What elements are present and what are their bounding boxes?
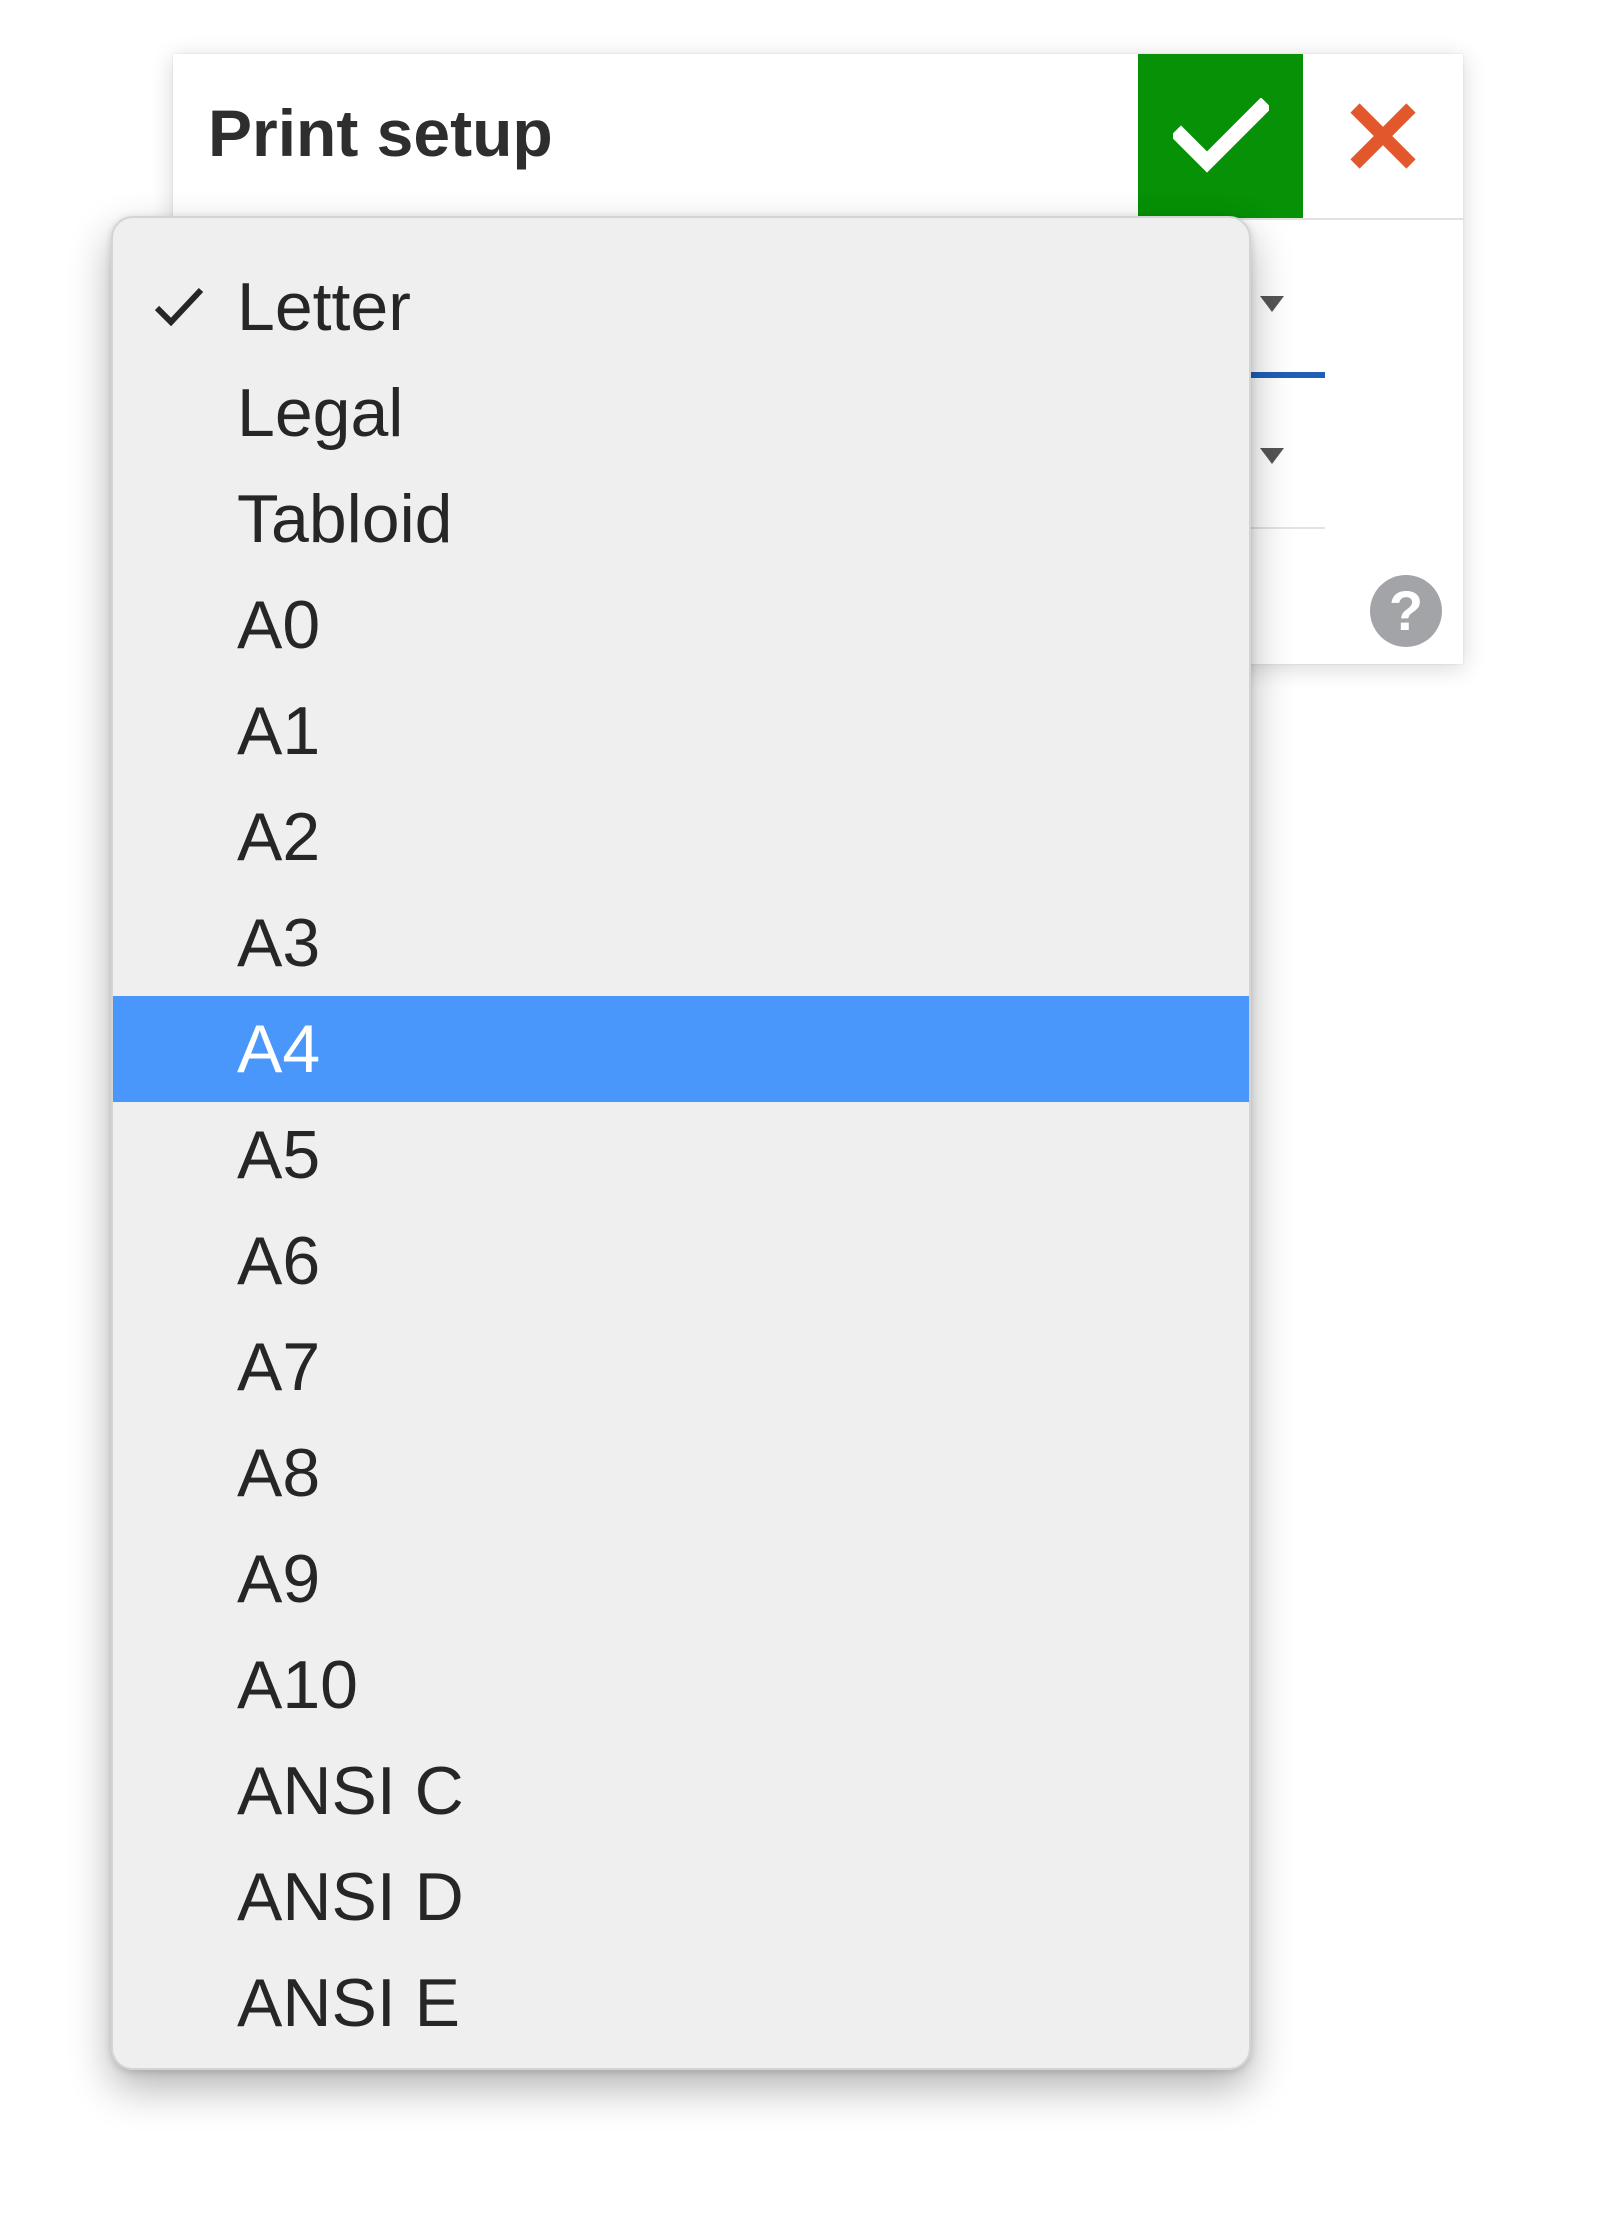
- menu-item-label: A8: [237, 1435, 321, 1511]
- ok-button[interactable]: [1138, 54, 1303, 218]
- menu-item-label: A3: [237, 905, 321, 981]
- menu-item-a10[interactable]: A10: [113, 1632, 1249, 1738]
- paper-size-field-underline: [1251, 372, 1325, 378]
- menu-item-label: ANSI E: [237, 1965, 460, 2041]
- selected-checkmark-icon: [154, 287, 204, 327]
- dialog-title: Print setup: [208, 96, 553, 170]
- menu-item-label: Tabloid: [237, 481, 453, 557]
- paper-size-menu-list: Letter Legal Tabloid A0 A1 A2 A3 A4 A5 A6 A7 A8 A9 A1…: [113, 254, 1249, 2056]
- menu-item-label: ANSI D: [237, 1859, 464, 1935]
- orientation-field-underline: [1251, 527, 1325, 529]
- menu-item-label: A1: [237, 693, 321, 769]
- menu-item-legal[interactable]: Legal: [113, 360, 1249, 466]
- menu-item-a7[interactable]: A7: [113, 1314, 1249, 1420]
- menu-item-label: ANSI C: [237, 1753, 464, 1829]
- menu-item-label: A2: [237, 799, 321, 875]
- paper-size-dropdown-arrow-icon[interactable]: [1260, 296, 1284, 312]
- menu-item-a6[interactable]: A6: [113, 1208, 1249, 1314]
- menu-item-a2[interactable]: A2: [113, 784, 1249, 890]
- menu-item-a5[interactable]: A5: [113, 1102, 1249, 1208]
- menu-item-a0[interactable]: A0: [113, 572, 1249, 678]
- menu-item-label: A10: [237, 1647, 358, 1723]
- menu-item-ansi-e[interactable]: ANSI E: [113, 1950, 1249, 2056]
- menu-item-a1[interactable]: A1: [113, 678, 1249, 784]
- menu-item-label: A5: [237, 1117, 321, 1193]
- menu-item-label: A7: [237, 1329, 321, 1405]
- paper-size-menu: Letter Legal Tabloid A0 A1 A2 A3 A4 A5 A6 A7 A8 A9 A1…: [111, 216, 1251, 2070]
- menu-item-label: A9: [237, 1541, 321, 1617]
- help-icon[interactable]: ?: [1370, 575, 1442, 647]
- close-x-icon: [1350, 103, 1416, 169]
- menu-item-label: A4: [237, 1011, 321, 1087]
- menu-item-letter[interactable]: Letter: [113, 254, 1249, 360]
- menu-item-ansi-c[interactable]: ANSI C: [113, 1738, 1249, 1844]
- menu-item-a8[interactable]: A8: [113, 1420, 1249, 1526]
- menu-item-tabloid[interactable]: Tabloid: [113, 466, 1249, 572]
- menu-item-ansi-d[interactable]: ANSI D: [113, 1844, 1249, 1950]
- cancel-button[interactable]: [1303, 54, 1463, 218]
- menu-item-a9[interactable]: A9: [113, 1526, 1249, 1632]
- menu-item-label: A6: [237, 1223, 321, 1299]
- screen: Print setup ? Letter Legal Tabloid A0 A1…: [0, 0, 1600, 2236]
- menu-item-label: Legal: [237, 375, 404, 451]
- menu-item-label: A0: [237, 587, 321, 663]
- dialog-header: Print setup: [173, 54, 1463, 220]
- menu-item-label: Letter: [237, 269, 411, 345]
- orientation-dropdown-arrow-icon[interactable]: [1260, 448, 1284, 464]
- menu-item-a3[interactable]: A3: [113, 890, 1249, 996]
- menu-item-a4[interactable]: A4: [113, 996, 1249, 1102]
- checkmark-icon: [1172, 98, 1269, 173]
